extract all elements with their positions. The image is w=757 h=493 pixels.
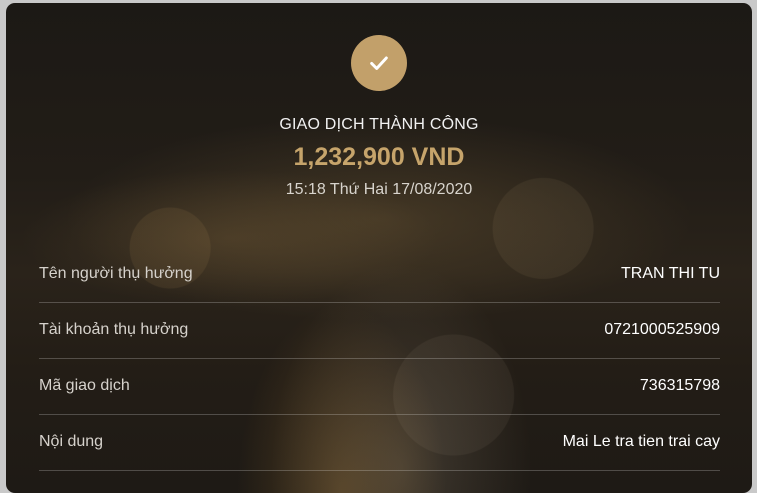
detail-label: Nội dung — [39, 432, 104, 450]
detail-value: 736315798 — [639, 376, 720, 394]
detail-label: Tên người thụ hưởng — [39, 264, 193, 282]
detail-value: 0721000525909 — [604, 320, 720, 338]
success-check-icon — [351, 35, 407, 91]
detail-label: Mã giao dịch — [39, 376, 130, 394]
detail-value: Mai Le tra tien trai cay — [562, 432, 720, 450]
detail-row-beneficiary-name: Tên người thụ hưởng TRAN THI TU — [39, 247, 720, 303]
transaction-amount: 1,232,900 VND — [293, 143, 465, 171]
transaction-receipt-card: GIAO DỊCH THÀNH CÔNG 1,232,900 VND 15:18… — [6, 3, 752, 493]
detail-label: Tài khoản thụ hưởng — [39, 320, 189, 338]
detail-row-transaction-id: Mã giao dịch 736315798 — [39, 359, 720, 415]
transaction-details-list: Tên người thụ hưởng TRAN THI TU Tài khoả… — [39, 247, 720, 471]
transaction-status-title: GIAO DỊCH THÀNH CÔNG — [279, 116, 479, 133]
transaction-datetime: 15:18 Thứ Hai 17/08/2020 — [285, 181, 473, 198]
check-icon — [370, 56, 388, 70]
detail-row-content: Nội dung Mai Le tra tien trai cay — [39, 415, 720, 471]
detail-row-beneficiary-account: Tài khoản thụ hưởng 0721000525909 — [39, 303, 720, 359]
detail-value: TRAN THI TU — [621, 264, 720, 282]
